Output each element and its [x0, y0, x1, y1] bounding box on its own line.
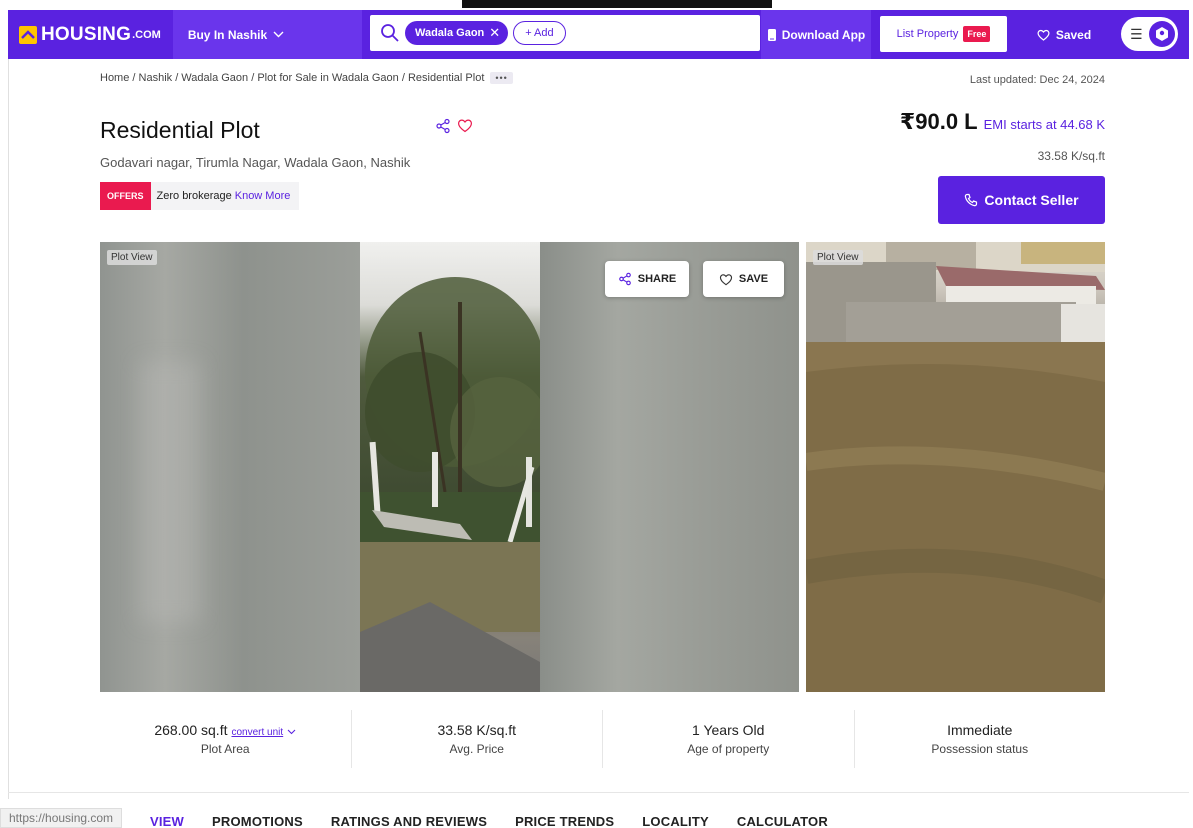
section-tabs: VIEW PROMOTIONS RATINGS AND REVIEWS PRIC… — [150, 814, 856, 828]
logo-text: HOUSING — [41, 23, 132, 45]
saved-button[interactable]: Saved — [1012, 10, 1116, 59]
breadcrumb-more-button[interactable]: ••• — [490, 72, 513, 84]
logo-icon — [19, 25, 37, 44]
contact-seller-label: Contact Seller — [984, 192, 1079, 208]
offers-banner: OFFERS Zero brokerage Know More — [100, 182, 300, 210]
last-updated: Last updated: Dec 24, 2024 — [969, 74, 1105, 86]
download-app-button[interactable]: Download App — [761, 10, 871, 59]
save-button[interactable]: SAVE — [703, 261, 784, 297]
status-bar-url: https://housing.com — [0, 808, 123, 828]
emi-link[interactable]: EMI starts at 44.68 K — [984, 117, 1105, 132]
stat-value: 1 Years Old — [692, 722, 765, 738]
top-navbar: HOUSING .COM Buy In Nashik Wadala Gaon ✕… — [8, 10, 1189, 59]
photo-view-label: Plot View — [813, 250, 863, 265]
stat-label: Plot Area — [200, 742, 250, 756]
page: { "header": { "logo_text": "HOUSING", "l… — [0, 0, 1193, 828]
city-selector[interactable]: Buy In Nashik — [172, 10, 362, 59]
stat-label: Possession status — [931, 742, 1029, 756]
know-more-link[interactable]: Know More — [235, 190, 291, 202]
city-selector-label: Buy In Nashik — [187, 27, 268, 42]
share-button[interactable]: SHARE — [605, 261, 689, 297]
download-app-label: Download App — [781, 27, 866, 42]
stat-value-row: 268.00 sq.ft convert unit — [154, 722, 296, 738]
stat-label: Age of property — [687, 742, 770, 756]
stat-possession: Immediate Possession status — [855, 710, 1106, 768]
stat-label: Avg. Price — [449, 742, 504, 756]
page-left-border — [8, 59, 9, 799]
tab-ratings-and-reviews[interactable]: RATINGS AND REVIEWS — [331, 814, 487, 828]
avatar-icon — [1148, 21, 1175, 47]
plot-photo — [360, 242, 540, 692]
title-actions — [435, 118, 473, 134]
top-black-strip — [462, 0, 772, 8]
photo-gallery-side[interactable]: Plot View — [806, 242, 1105, 692]
heart-icon — [1037, 29, 1050, 41]
stat-plot-area: 268.00 sq.ft convert unit Plot Area — [100, 710, 352, 768]
share-icon — [618, 272, 631, 286]
stat-age: 1 Years Old Age of property — [603, 710, 855, 768]
price-row: ₹90.0 L EMI starts at 44.68 K — [900, 109, 1105, 135]
close-icon[interactable]: ✕ — [489, 25, 500, 41]
stat-value: Immediate — [947, 722, 1013, 738]
plot-side-photo-scene — [806, 242, 1105, 692]
contact-seller-button[interactable]: Contact Seller — [938, 176, 1105, 224]
stat-avg-price: 33.58 K/sq.ft Avg. Price — [352, 710, 603, 768]
account-menu[interactable]: ☰ — [1121, 17, 1178, 51]
phone-icon — [965, 193, 978, 207]
save-label: SAVE — [738, 273, 769, 285]
heart-icon — [719, 273, 733, 285]
tab-calculator[interactable]: CALCULATOR — [737, 814, 828, 828]
photo-gallery-main[interactable]: Plot View — [100, 242, 799, 692]
location-chip-label: Wadala Gaon — [415, 27, 485, 39]
tab-view[interactable]: VIEW — [150, 814, 184, 828]
list-property-button[interactable]: List Property Free — [880, 16, 1007, 52]
list-property-label: List Property — [896, 28, 959, 40]
search-icon — [381, 24, 399, 42]
offer-text: Zero brokerage — [156, 190, 232, 202]
offers-badge: OFFERS — [100, 182, 151, 210]
chevron-down-icon — [273, 31, 284, 38]
stat-value: 33.58 K/sq.ft — [437, 722, 517, 738]
page-title: Residential Plot — [100, 117, 260, 143]
convert-unit-link[interactable]: convert unit — [231, 727, 283, 738]
stat-value: 268.00 sq.ft — [154, 722, 228, 738]
heart-icon[interactable] — [457, 118, 473, 133]
share-label: SHARE — [637, 273, 677, 285]
share-icon[interactable] — [435, 118, 451, 134]
saved-label: Saved — [1055, 27, 1092, 42]
tab-locality[interactable]: LOCALITY — [642, 814, 709, 828]
blurred-photo-right — [540, 242, 799, 692]
breadcrumb-trail[interactable]: Home / Nashik / Wadala Gaon / Plot for S… — [100, 72, 484, 84]
tab-promotions[interactable]: PROMOTIONS — [212, 814, 303, 828]
property-address: Godavari nagar, Tirumla Nagar, Wadala Ga… — [100, 155, 411, 170]
blurred-photo-left — [100, 242, 360, 692]
price-per-sqft: 33.58 K/sq.ft — [1037, 149, 1105, 163]
tab-price-trends[interactable]: PRICE TRENDS — [515, 814, 614, 828]
add-location-button[interactable]: + Add — [513, 21, 566, 45]
plot-photo-scene — [360, 277, 540, 692]
offer-details: Zero brokerage Know More — [150, 182, 300, 210]
property-stats: 268.00 sq.ft convert unit Plot Area 33.5… — [100, 710, 1105, 768]
photo-view-label: Plot View — [107, 250, 157, 265]
phone-icon — [767, 28, 776, 41]
location-chip[interactable]: Wadala Gaon ✕ — [405, 21, 509, 45]
search-bar[interactable]: Wadala Gaon ✕ + Add — [370, 15, 760, 51]
breadcrumb: Home / Nashik / Wadala Gaon / Plot for S… — [100, 72, 513, 84]
chevron-down-icon[interactable] — [287, 729, 296, 735]
hamburger-icon: ☰ — [1130, 25, 1143, 42]
section-divider — [8, 792, 1189, 793]
free-badge: Free — [963, 26, 991, 42]
logo-suffix: .COM — [132, 28, 161, 41]
housing-logo[interactable]: HOUSING .COM — [8, 10, 173, 59]
price: ₹90.0 L — [899, 109, 978, 134]
